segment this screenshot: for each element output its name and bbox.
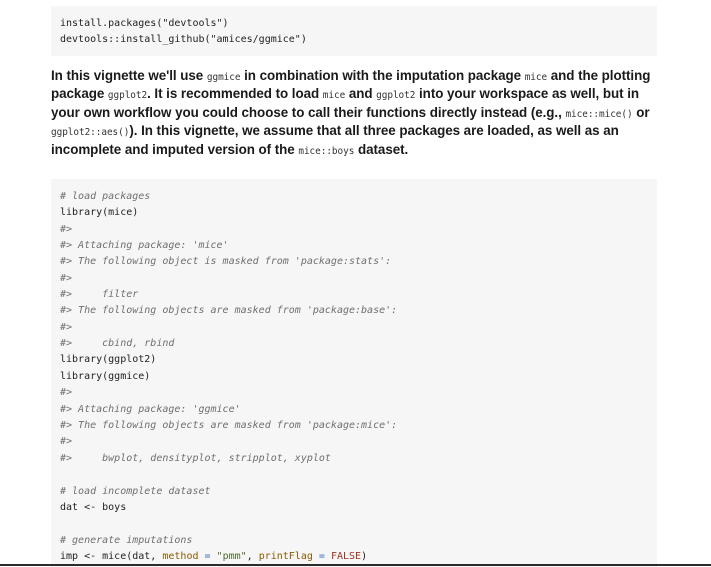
code-token-argument: method — [162, 551, 199, 562]
intro-text: and — [345, 86, 377, 102]
intro-text: dataset. — [354, 141, 409, 157]
inline-code: mice — [322, 90, 346, 102]
code-line-library-mice: library(mice) — [60, 207, 139, 218]
inline-code: mice::mice() — [565, 108, 633, 120]
code-line-install-github: devtools::install_github("amices/ggmice"… — [60, 34, 307, 45]
code-line-library-ggmice: library(ggmice) — [60, 371, 151, 382]
main-code-block: # load packages library(mice) #> #> Atta… — [51, 179, 657, 567]
code-line-install-packages: install.packages("devtools") — [60, 18, 229, 29]
code-token: , — [246, 551, 259, 562]
code-token-operator: = — [198, 551, 217, 562]
code-comment: # generate imputations — [60, 535, 193, 546]
inline-code: ggplot2 — [107, 90, 148, 102]
inline-code: ggmice — [206, 72, 241, 83]
intro-text: or — [632, 104, 650, 120]
code-output-line: #> The following object is masked from '… — [60, 256, 392, 267]
intro-text: In this vignette we'll use — [51, 68, 207, 83]
bottom-divider — [0, 564, 711, 566]
inline-code: mice — [524, 72, 548, 83]
inline-code: mice::boys — [298, 145, 355, 157]
code-output-line: #> Attaching package: 'ggmice' — [60, 404, 241, 415]
code-output-line: #> The following objects are masked from… — [60, 305, 398, 316]
inline-code: ggplot2 — [376, 90, 416, 102]
code-comment: # load packages — [60, 191, 151, 202]
code-token: imp <- mice(dat, — [60, 551, 163, 562]
code-line-library-ggplot2: library(ggplot2) — [60, 354, 157, 365]
code-output-line: #> — [60, 224, 73, 235]
inline-code: ggplot2::aes() — [51, 127, 130, 139]
intro-text: in combination with the imputation packa… — [240, 68, 525, 83]
code-output-line: #> filter — [60, 289, 139, 300]
code-token: ) — [361, 551, 368, 562]
code-output-line: #> bwplot, densityplot, stripplot, xyplo… — [60, 453, 331, 464]
intro-text: . It is recommended to load — [147, 86, 323, 102]
intro-paragraph: In this vignette we'll use ggmice in com… — [51, 68, 651, 160]
code-token-argument: printFlag — [258, 551, 313, 562]
code-output-line: #> — [60, 387, 73, 398]
code-output-line: #> The following objects are masked from… — [60, 420, 398, 431]
code-token-constant: FALSE — [330, 551, 362, 562]
code-line-dat-assign: dat <- boys — [60, 502, 127, 513]
code-comment: # load incomplete dataset — [60, 486, 211, 497]
code-output-line: #> — [60, 322, 73, 333]
code-output-line: #> Attaching package: 'mice' — [60, 240, 229, 251]
code-output-line: #> — [60, 436, 73, 447]
code-token-string: "pmm" — [216, 551, 247, 562]
code-output-line: #> cbind, rbind — [60, 338, 175, 349]
code-output-line: #> — [60, 273, 73, 284]
code-token-operator: = — [312, 551, 331, 562]
code-line-imp-assign: imp <- mice(dat, method = "pmm", printFl… — [60, 550, 367, 563]
install-code-block: install.packages("devtools") devtools::i… — [51, 6, 657, 56]
